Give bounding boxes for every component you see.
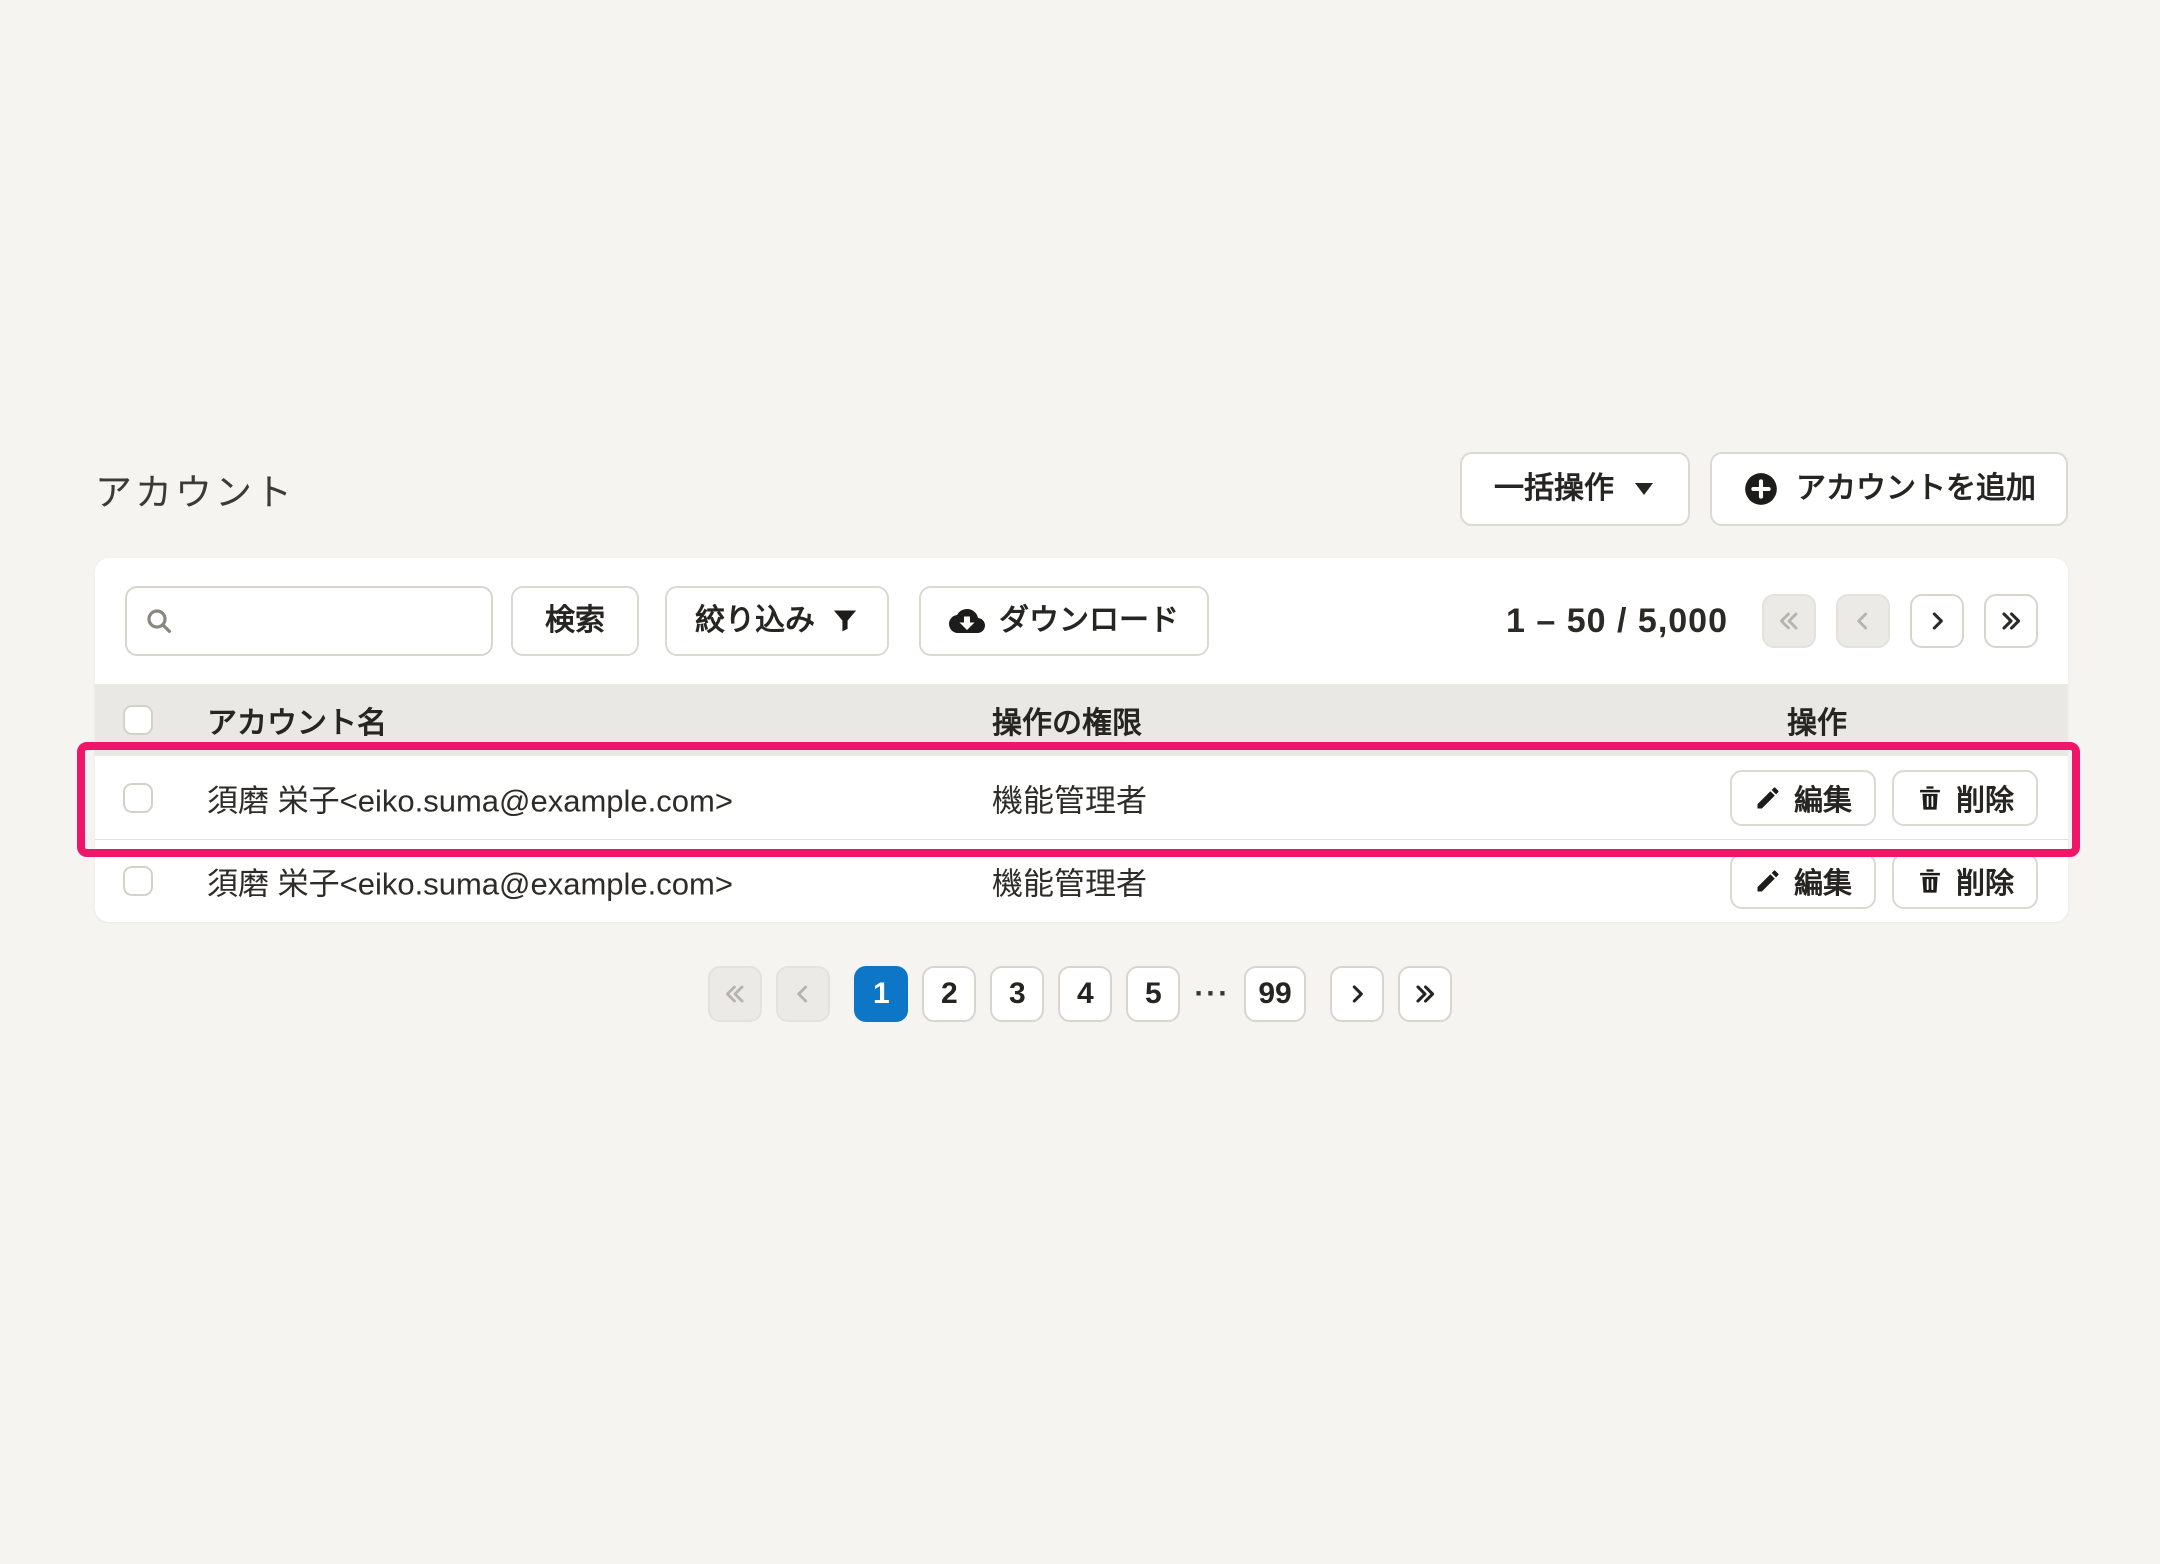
chevron-left-icon xyxy=(1850,608,1876,634)
plus-circle-icon xyxy=(1742,470,1780,508)
pagination-range-text: 1 – 50 / 5,000 xyxy=(1506,602,1728,641)
filter-button[interactable]: 絞り込み xyxy=(665,586,889,656)
cloud-download-icon xyxy=(949,606,985,636)
search-box xyxy=(125,586,493,656)
pagination: 1 2 3 4 5 ··· 99 xyxy=(0,966,2160,1022)
top-pager xyxy=(1762,594,2038,648)
table-header: アカウント名 操作の権限 操作 xyxy=(95,684,2068,756)
next-page-button[interactable] xyxy=(1330,966,1384,1022)
page-button-2[interactable]: 2 xyxy=(922,966,976,1022)
permission-cell: 機能管理者 xyxy=(992,859,1147,904)
table-row: 須磨 栄子<eiko.suma@example.com> 機能管理者 編集 削除 xyxy=(95,756,2068,839)
delete-button-label: 削除 xyxy=(1956,860,2014,902)
first-page-button[interactable] xyxy=(1762,594,1816,648)
add-account-button[interactable]: アカウントを追加 xyxy=(1710,452,2068,526)
page-button-5[interactable]: 5 xyxy=(1126,966,1180,1022)
add-account-label: アカウントを追加 xyxy=(1796,474,2036,504)
chevron-right-icon xyxy=(1344,981,1370,1007)
page: アカウント 一括操作 アカウントを追加 検索 絞り込み xyxy=(0,0,2160,1564)
account-list-card: 検索 絞り込み ダウンロード 1 – 50 / 5,000 xyxy=(95,558,2068,922)
row-actions: 編集 削除 xyxy=(1730,770,2038,826)
account-name-cell: 須磨 栄子<eiko.suma@example.com> xyxy=(207,775,733,820)
first-page-button[interactable] xyxy=(708,966,762,1022)
search-button-label: 検索 xyxy=(545,606,605,636)
permission-cell: 機能管理者 xyxy=(992,775,1147,820)
pencil-icon xyxy=(1754,867,1782,895)
pagination-ellipsis: ··· xyxy=(1194,979,1230,1009)
column-header-actions: 操作 xyxy=(1787,698,1847,742)
page-button-4[interactable]: 4 xyxy=(1058,966,1112,1022)
row-actions: 編集 削除 xyxy=(1730,853,2038,909)
trash-icon xyxy=(1916,784,1944,812)
page-button-99[interactable]: 99 xyxy=(1244,966,1305,1022)
edit-button[interactable]: 編集 xyxy=(1730,770,1876,826)
next-page-button[interactable] xyxy=(1910,594,1964,648)
bulk-actions-label: 一括操作 xyxy=(1494,474,1614,504)
chevron-right-icon xyxy=(1924,608,1950,634)
page-button-3[interactable]: 3 xyxy=(990,966,1044,1022)
account-name-cell: 須磨 栄子<eiko.suma@example.com> xyxy=(207,859,733,904)
prev-page-button[interactable] xyxy=(776,966,830,1022)
edit-button-label: 編集 xyxy=(1794,860,1852,902)
download-button[interactable]: ダウンロード xyxy=(919,586,1209,656)
select-all-checkbox[interactable] xyxy=(123,705,153,735)
row-checkbox[interactable] xyxy=(123,866,153,896)
filter-button-label: 絞り込み xyxy=(695,606,815,636)
prev-page-button[interactable] xyxy=(1836,594,1890,648)
double-chevron-left-icon xyxy=(1776,608,1802,634)
edit-button[interactable]: 編集 xyxy=(1730,853,1876,909)
page-header: アカウント 一括操作 アカウントを追加 xyxy=(95,452,2068,526)
last-page-button[interactable] xyxy=(1984,594,2038,648)
column-header-permission: 操作の権限 xyxy=(992,698,1142,742)
delete-button[interactable]: 削除 xyxy=(1892,770,2038,826)
chevron-down-icon xyxy=(1632,481,1656,497)
row-checkbox[interactable] xyxy=(123,783,153,813)
search-input[interactable] xyxy=(185,603,475,639)
double-chevron-right-icon xyxy=(1412,981,1438,1007)
filter-funnel-icon xyxy=(831,607,859,635)
last-page-button[interactable] xyxy=(1398,966,1452,1022)
trash-icon xyxy=(1916,867,1944,895)
bulk-actions-button[interactable]: 一括操作 xyxy=(1460,452,1690,526)
search-icon xyxy=(143,605,175,637)
table-row: 須磨 栄子<eiko.suma@example.com> 機能管理者 編集 削除 xyxy=(95,839,2068,922)
header-actions: 一括操作 アカウントを追加 xyxy=(1460,452,2068,526)
delete-button-label: 削除 xyxy=(1956,777,2014,819)
edit-button-label: 編集 xyxy=(1794,777,1852,819)
search-button[interactable]: 検索 xyxy=(511,586,639,656)
toolbar: 検索 絞り込み ダウンロード 1 – 50 / 5,000 xyxy=(95,558,2068,684)
page-button-1[interactable]: 1 xyxy=(854,966,908,1022)
double-chevron-left-icon xyxy=(722,981,748,1007)
chevron-left-icon xyxy=(790,981,816,1007)
page-title: アカウント xyxy=(95,462,295,516)
delete-button[interactable]: 削除 xyxy=(1892,853,2038,909)
pencil-icon xyxy=(1754,784,1782,812)
double-chevron-right-icon xyxy=(1998,608,2024,634)
download-button-label: ダウンロード xyxy=(999,606,1179,636)
column-header-account-name: アカウント名 xyxy=(207,698,387,742)
